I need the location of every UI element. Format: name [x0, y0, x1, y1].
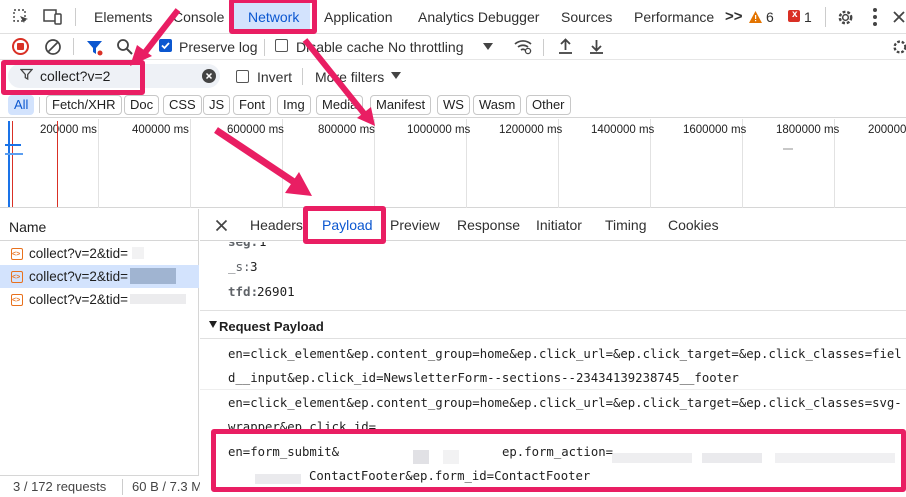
annotation-arrow-network [302, 38, 369, 118]
annotation-arrow-to-payload [214, 127, 296, 185]
annotation-arrow-to-filter [140, 8, 181, 57]
annotation-arrows [130, 8, 375, 196]
